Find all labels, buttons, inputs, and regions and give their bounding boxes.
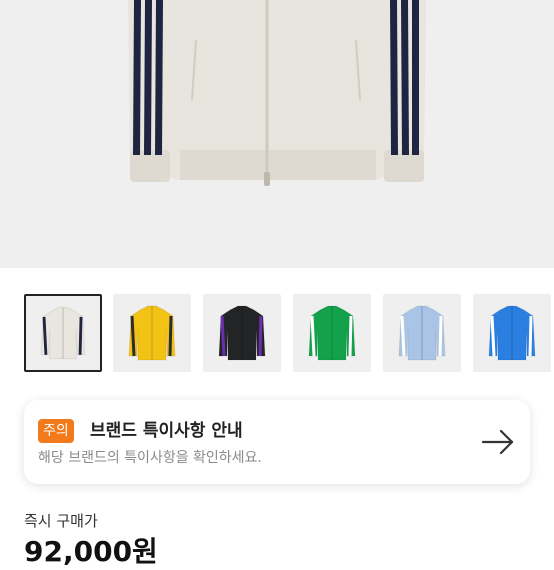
thumbnail-cream[interactable] (24, 294, 102, 372)
jacket-thumb-icon (40, 306, 86, 360)
caution-badge: 주의 (38, 419, 74, 443)
notice-title: 브랜드 특이사항 안내 (90, 421, 243, 441)
jacket-thumb-icon (308, 305, 356, 361)
brand-notice-card[interactable]: 주의 브랜드 특이사항 안내 해당 브랜드의 특이사항을 확인하세요. (24, 400, 530, 484)
instant-buy-price: 92,000원 (24, 535, 158, 568)
jacket-thumb-icon (488, 305, 536, 361)
instant-buy-label: 즉시 구매가 (24, 512, 98, 530)
jacket-illustration (128, 0, 426, 186)
thumbnail-black[interactable] (203, 294, 281, 372)
thumbnail-green[interactable] (293, 294, 371, 372)
arrow-right-icon[interactable] (480, 424, 516, 460)
jacket-thumb-icon (218, 305, 266, 361)
product-main-image[interactable] (0, 0, 554, 268)
thumbnail-blue[interactable] (473, 294, 551, 372)
notice-description: 해당 브랜드의 특이사항을 확인하세요. (38, 450, 262, 466)
jacket-thumb-icon (128, 305, 176, 361)
color-thumbnail-list (0, 294, 554, 374)
thumbnail-light-blue[interactable] (383, 294, 461, 372)
jacket-thumb-icon (398, 305, 446, 361)
thumbnail-yellow[interactable] (113, 294, 191, 372)
